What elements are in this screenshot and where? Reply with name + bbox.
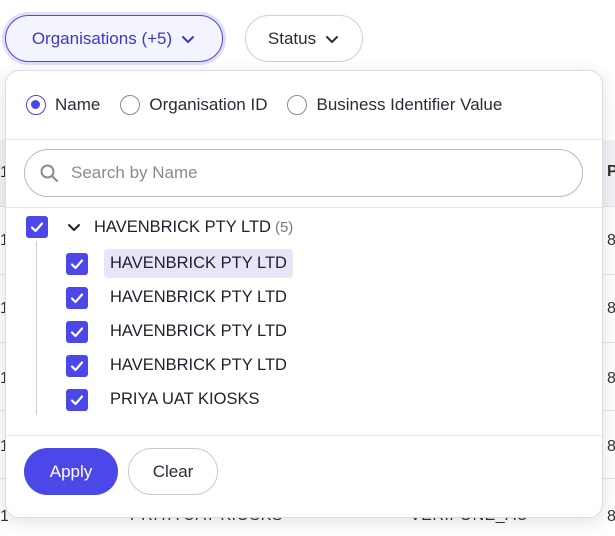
table-cell: 8 bbox=[607, 508, 615, 525]
tree-connector-line bbox=[36, 241, 37, 415]
chevron-down-icon bbox=[326, 35, 339, 43]
tree-item[interactable]: HAVENBRICK PTY LTD bbox=[66, 351, 293, 380]
divider bbox=[6, 139, 602, 140]
tree-item[interactable]: HAVENBRICK PTY LTD bbox=[66, 317, 293, 346]
group-label: HAVENBRICK PTY LTD bbox=[94, 217, 271, 236]
checkmark-icon bbox=[70, 394, 84, 405]
table-header-cell: P bbox=[607, 163, 615, 180]
radio-unselected-icon[interactable] bbox=[120, 95, 141, 115]
search-mode-label: Organisation ID bbox=[149, 95, 268, 114]
divider bbox=[6, 207, 602, 208]
search-box bbox=[24, 149, 583, 197]
search-mode-business-identifier[interactable]: Business Identifier Value bbox=[287, 95, 502, 115]
tree-item[interactable]: HAVENBRICK PTY LTD bbox=[66, 249, 293, 278]
organisations-dropdown: Name Organisation ID Business Identifier… bbox=[5, 70, 603, 518]
organisations-filter-label: Organisations (+5) bbox=[31, 28, 173, 48]
status-filter-button[interactable]: Status bbox=[245, 15, 363, 62]
search-input[interactable] bbox=[69, 162, 553, 184]
apply-button[interactable]: Apply bbox=[24, 448, 118, 495]
divider bbox=[6, 435, 602, 436]
item-checkbox[interactable] bbox=[66, 286, 88, 309]
tree-item[interactable]: HAVENBRICK PTY LTD bbox=[66, 283, 293, 312]
radio-selected-icon[interactable] bbox=[26, 95, 46, 115]
item-label: HAVENBRICK PTY LTD bbox=[110, 322, 287, 340]
checkmark-icon bbox=[30, 222, 44, 233]
search-mode-group: Name Organisation ID Business Identifier… bbox=[26, 95, 522, 115]
clear-button[interactable]: Clear bbox=[128, 448, 218, 495]
chevron-down-icon bbox=[182, 35, 195, 43]
item-checkbox[interactable] bbox=[66, 354, 88, 377]
search-mode-label: Name bbox=[55, 95, 101, 114]
group-count: (5) bbox=[274, 218, 294, 236]
tree-item[interactable]: PRIYA UAT KIOSKS bbox=[66, 385, 265, 414]
item-checkbox[interactable] bbox=[66, 388, 88, 411]
checkmark-icon bbox=[70, 360, 84, 371]
group-checkbox[interactable] bbox=[26, 216, 48, 238]
status-filter-label: Status bbox=[267, 28, 317, 48]
item-label: HAVENBRICK PTY LTD bbox=[104, 249, 293, 278]
checkmark-icon bbox=[70, 258, 84, 269]
search-icon bbox=[40, 164, 58, 182]
table-cell: 8 bbox=[607, 232, 615, 249]
radio-unselected-icon[interactable] bbox=[287, 95, 308, 115]
organisations-filter-button[interactable]: Organisations (+5) bbox=[5, 15, 223, 62]
expand-chevron-icon[interactable] bbox=[66, 219, 82, 235]
table-cell: 8 bbox=[607, 300, 615, 317]
table-cell: 8 bbox=[607, 370, 615, 387]
search-mode-label: Business Identifier Value bbox=[316, 95, 503, 114]
item-label: HAVENBRICK PTY LTD bbox=[110, 288, 287, 306]
checkmark-icon bbox=[70, 326, 84, 337]
item-label: PRIYA UAT KIOSKS bbox=[110, 390, 260, 408]
item-checkbox[interactable] bbox=[66, 320, 88, 343]
search-mode-organisation-id[interactable]: Organisation ID bbox=[120, 95, 267, 115]
item-checkbox[interactable] bbox=[66, 252, 88, 275]
item-label: HAVENBRICK PTY LTD bbox=[110, 356, 287, 374]
tree-group-row: HAVENBRICK PTY LTD (5) bbox=[26, 216, 293, 238]
table-cell: 8 bbox=[607, 438, 615, 455]
search-mode-name[interactable]: Name bbox=[26, 95, 100, 115]
checkmark-icon bbox=[70, 292, 84, 303]
